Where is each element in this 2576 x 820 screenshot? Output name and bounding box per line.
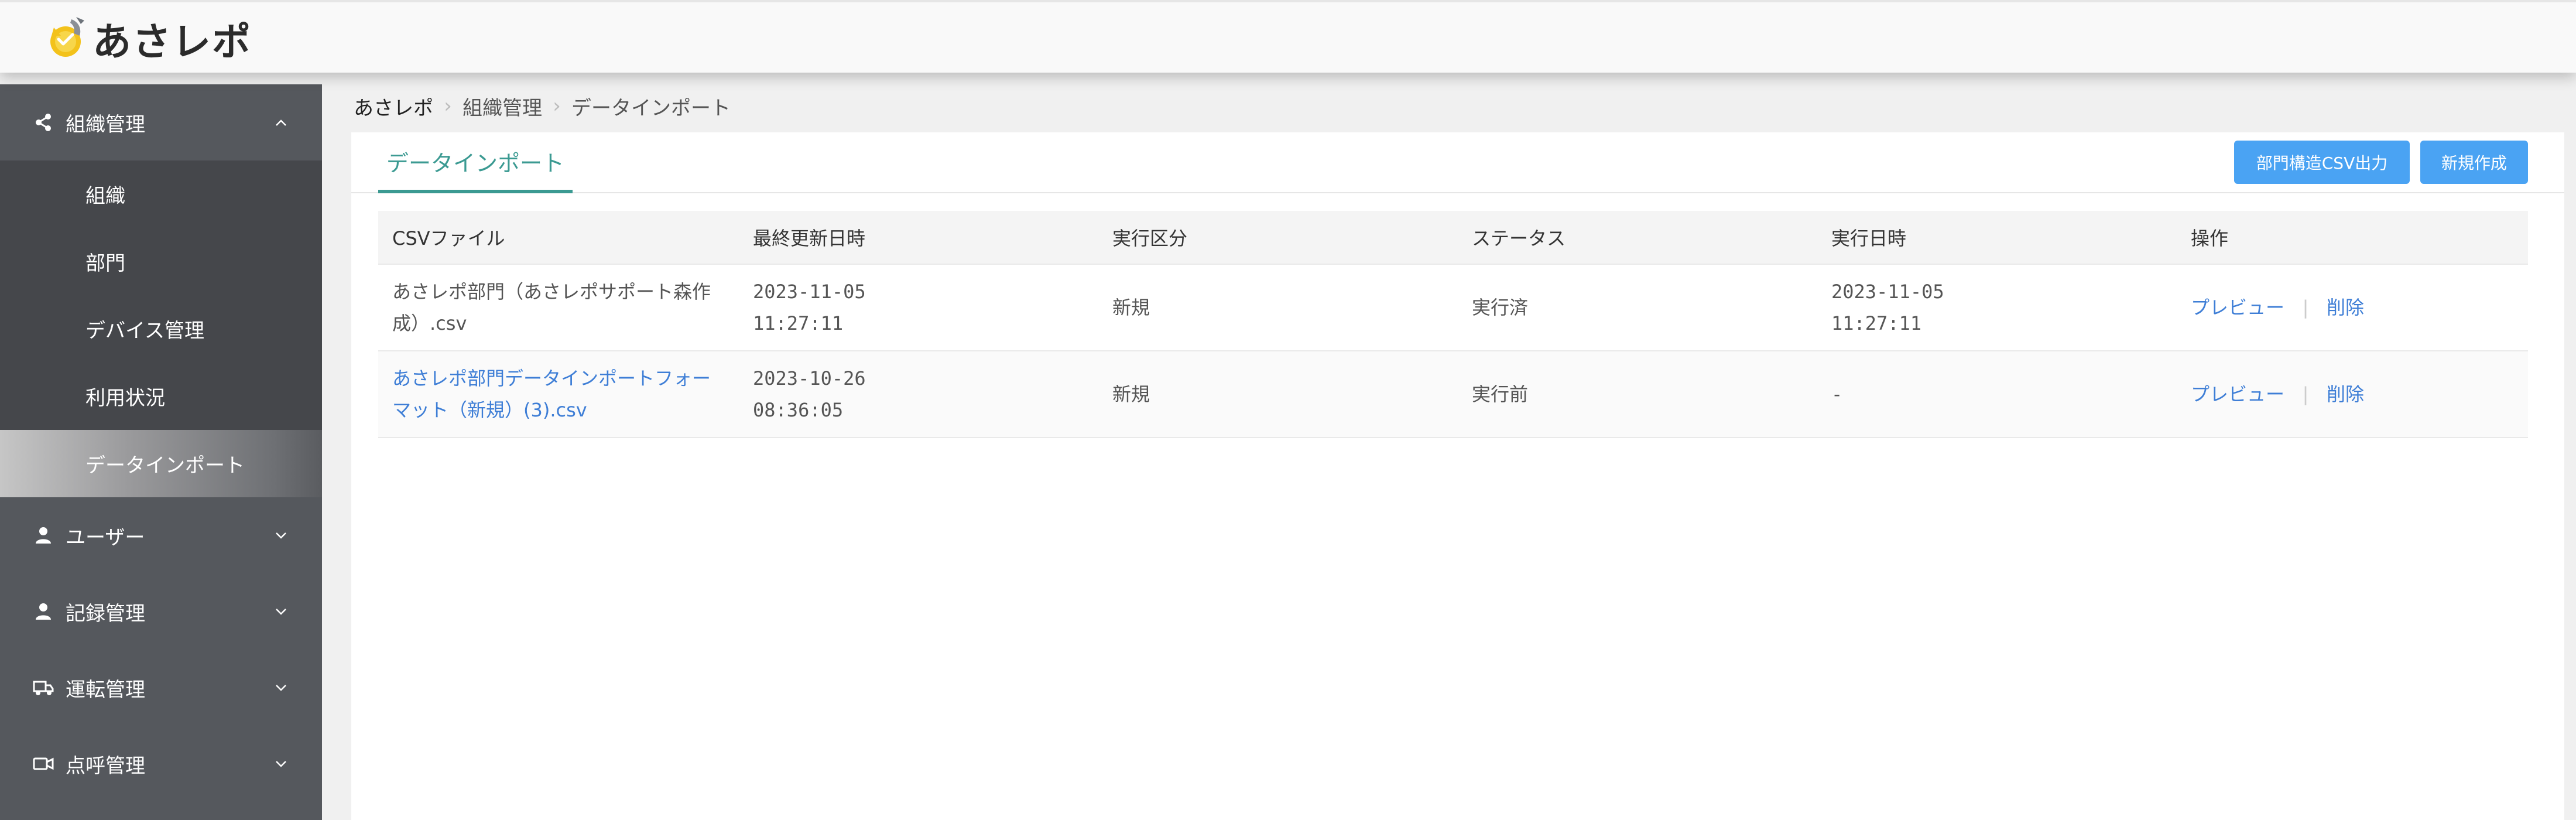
column-header-status: ステータス — [1472, 227, 1566, 250]
chevron-right-icon: › — [553, 94, 561, 118]
chevron-down-icon — [269, 524, 293, 547]
column-header-execution-date: 実行日時 — [1831, 227, 1907, 250]
sidebar-item-department[interactable]: 部門 — [0, 228, 322, 295]
create-new-button[interactable]: 新規作成 — [2420, 141, 2528, 184]
column-header-execution-type: 実行区分 — [1112, 227, 1188, 250]
app-name: あさレポ — [93, 19, 252, 64]
column-header-last-updated: 最終更新日時 — [753, 227, 866, 250]
user-icon — [33, 601, 54, 622]
sidebar-section-rollcall[interactable]: 点呼管理 — [0, 726, 322, 802]
sidebar: 組織管理 組織 部門 デバイス管理 利用状況 データインポート ユーザー 記録管… — [0, 84, 322, 820]
sidebar-item-label: 利用状況 — [85, 387, 165, 410]
table-row: あさレポ部門データインポートフォー マット（新規）(3).csv 2023-10… — [378, 351, 2528, 438]
delete-link[interactable]: 削除 — [2327, 378, 2364, 410]
import-table: CSVファイル 最終更新日時 実行区分 ステータス 実行日時 操作 あさレポ部門… — [378, 211, 2528, 438]
sidebar-section-label: 記録管理 — [66, 602, 145, 626]
sidebar-section-records[interactable]: 記録管理 — [0, 573, 322, 650]
status-cell: 実行前 — [1472, 383, 1529, 405]
chevron-down-icon — [269, 676, 293, 699]
chevron-down-icon — [269, 752, 293, 775]
row-actions: プレビュー | 削除 — [2177, 378, 2528, 410]
sidebar-item-usage-status[interactable]: 利用状況 — [0, 363, 322, 430]
sidebar-item-label: 部門 — [85, 252, 125, 275]
sidebar-sublist-organization: 組織 部門 デバイス管理 利用状況 データインポート — [0, 160, 322, 497]
last-updated-cell: 2023-11-05 11:27:11 — [753, 281, 866, 334]
delete-link[interactable]: 削除 — [2327, 292, 2364, 323]
app-header: あさレポ — [0, 0, 2576, 73]
preview-link[interactable]: プレビュー — [2191, 292, 2284, 323]
share-icon — [33, 112, 54, 133]
sidebar-section-organization[interactable]: 組織管理 — [0, 84, 322, 160]
sidebar-section-label: 運転管理 — [66, 678, 145, 702]
video-icon — [33, 753, 54, 774]
sidebar-item-label: デバイス管理 — [85, 319, 204, 343]
execution-date-cell: 2023-11-05 11:27:11 — [1831, 281, 1944, 334]
breadcrumb: あさレポ › 組織管理 › データインポート — [354, 92, 731, 121]
execution-type-cell: 新規 — [1112, 296, 1150, 319]
truck-icon — [33, 677, 54, 698]
action-divider: | — [2300, 296, 2311, 319]
column-header-csv-file: CSVファイル — [392, 227, 505, 250]
sidebar-section-label: 組織管理 — [66, 112, 145, 136]
user-icon — [33, 525, 54, 546]
sidebar-section-label: 点呼管理 — [66, 754, 145, 778]
table-header: CSVファイル 最終更新日時 実行区分 ステータス 実行日時 操作 — [378, 211, 2528, 265]
main-panel: データインポート 部門構造CSV出力 新規作成 CSVファイル 最終更新日時 実… — [351, 132, 2564, 820]
status-cell: 実行済 — [1472, 296, 1529, 319]
sidebar-section-users[interactable]: ユーザー — [0, 497, 322, 573]
sidebar-item-organization[interactable]: 組織 — [0, 160, 322, 228]
sidebar-item-label: 組織 — [85, 184, 125, 208]
table-row: あさレポ部門（あさレポサポート森作 成）.csv 2023-11-05 11:2… — [378, 265, 2528, 351]
sidebar-item-device-management[interactable]: デバイス管理 — [0, 295, 322, 363]
breadcrumb-item-organization[interactable]: 組織管理 — [463, 92, 542, 121]
last-updated-cell: 2023-10-26 08:36:05 — [753, 367, 866, 421]
execution-type-cell: 新規 — [1112, 383, 1150, 405]
sidebar-section-label: ユーザー — [66, 525, 145, 549]
sidebar-section-driving[interactable]: 運転管理 — [0, 650, 322, 726]
sidebar-item-label: データインポート — [85, 454, 245, 477]
csv-file-name: あさレポ部門（あさレポサポート森作 成）.csv — [392, 281, 711, 334]
app-logo[interactable]: あさレポ — [43, 15, 252, 64]
chevron-right-icon: › — [444, 94, 452, 118]
chevron-up-icon — [269, 111, 293, 134]
csv-file-link[interactable]: あさレポ部門データインポートフォー マット（新規）(3).csv — [378, 363, 739, 426]
breadcrumb-item-current: データインポート — [571, 96, 731, 120]
execution-date-cell: - — [1831, 383, 1843, 405]
chevron-down-icon — [269, 600, 293, 623]
action-divider: | — [2300, 383, 2311, 405]
row-actions: プレビュー | 削除 — [2177, 292, 2528, 323]
preview-link[interactable]: プレビュー — [2191, 378, 2284, 410]
export-department-csv-button[interactable]: 部門構造CSV出力 — [2234, 141, 2410, 184]
sun-logo-icon — [43, 16, 89, 62]
sidebar-item-data-import[interactable]: データインポート — [0, 430, 322, 497]
column-header-actions: 操作 — [2191, 227, 2229, 250]
tab-bar: データインポート 部門構造CSV出力 新規作成 — [351, 132, 2564, 193]
tab-data-import[interactable]: データインポート — [378, 132, 573, 193]
breadcrumb-item-home[interactable]: あさレポ — [354, 92, 433, 121]
